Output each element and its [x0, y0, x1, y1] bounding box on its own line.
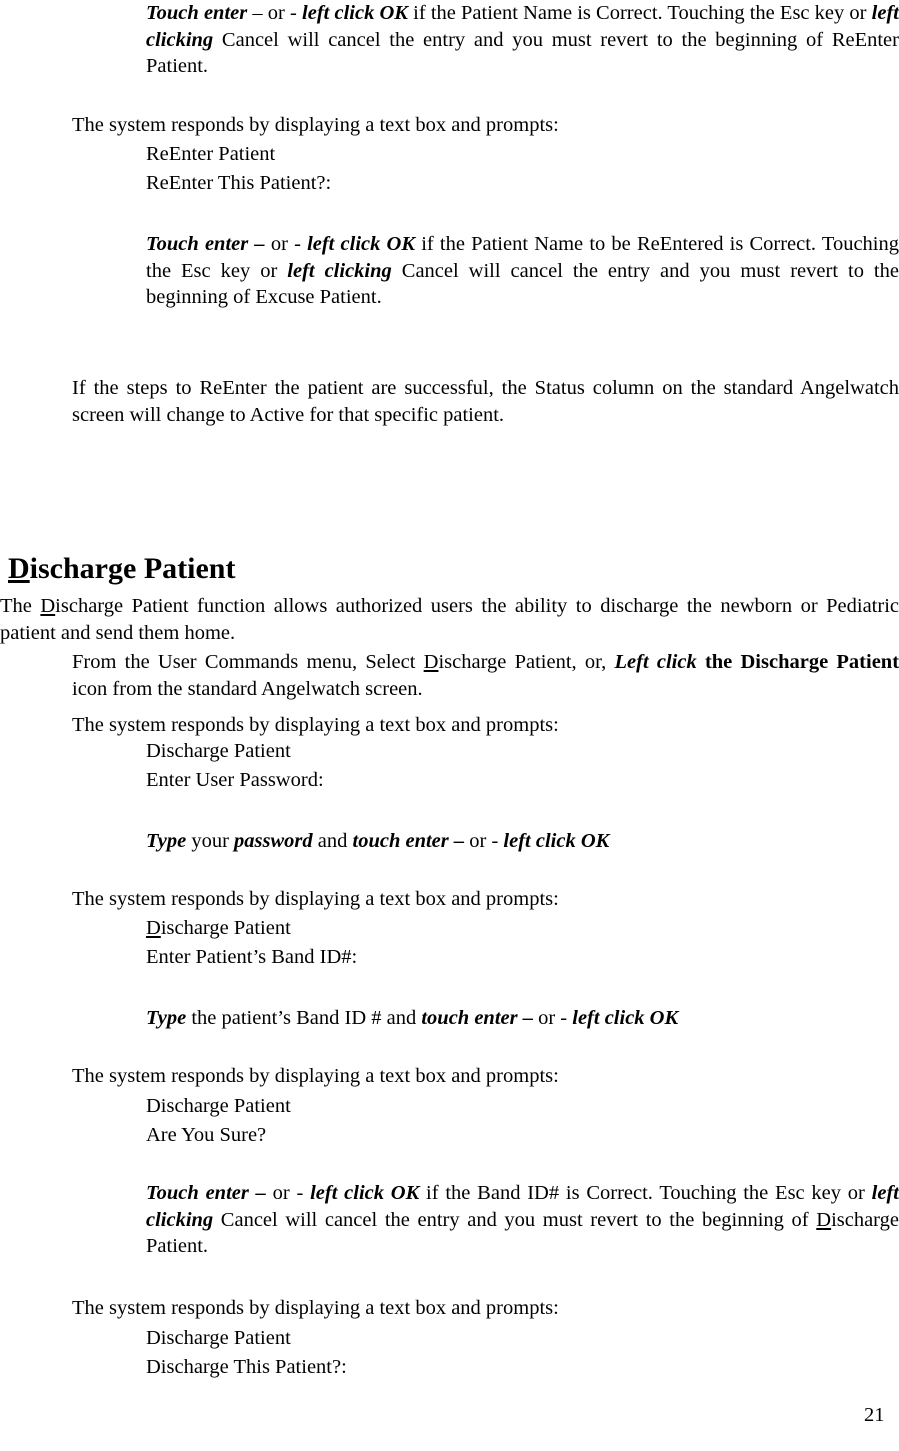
prompt-discharge-patient-4: Discharge Patient — [146, 1327, 291, 1349]
prompt-reenter-patient: ReEnter Patient — [146, 143, 276, 165]
heading-rest: ischarge Patient — [29, 552, 236, 585]
paragraph-system-responds-3: The system responds by displaying a text… — [72, 888, 559, 910]
paragraph-discharge-intro: The Discharge Patient function allows au… — [0, 595, 899, 644]
prompt-discharge-this-patient: Discharge This Patient?: — [146, 1356, 347, 1378]
section-heading-discharge-patient: Discharge Patient — [8, 552, 608, 586]
paragraph-touch-enter-band-id: Touch enter – or - left click OK if the … — [146, 1182, 899, 1257]
paragraph-touch-enter-reenter: Touch enter – or - left click OK if the … — [146, 2, 899, 77]
paragraph-status-active: If the steps to ReEnter the patient are … — [72, 377, 899, 426]
paragraph-from-user-commands: From the User Commands menu, Select Disc… — [72, 651, 899, 700]
prompt-discharge-patient-3: Discharge Patient — [146, 1095, 291, 1117]
page-number: 21 — [864, 1404, 885, 1426]
document-page: Touch enter – or - left click OK if the … — [0, 0, 899, 1451]
paragraph-system-responds-5: The system responds by displaying a text… — [72, 1297, 559, 1319]
prompt-enter-band-id: Enter Patient’s Band ID#: — [146, 946, 358, 968]
paragraph-system-responds-2: The system responds by displaying a text… — [72, 714, 559, 736]
prompt-are-you-sure: Are You Sure? — [146, 1124, 267, 1146]
paragraph-system-responds-1: The system responds by displaying a text… — [72, 114, 559, 136]
heading-initial: D — [8, 552, 30, 585]
paragraph-system-responds-4: The system responds by displaying a text… — [72, 1065, 559, 1087]
paragraph-type-band-id: Type the patient’s Band ID # and touch e… — [146, 1007, 679, 1029]
prompt-enter-user-password: Enter User Password: — [146, 769, 324, 791]
paragraph-type-password: Type your password and touch enter – or … — [146, 830, 610, 852]
prompt-discharge-patient-2: Discharge Patient — [146, 917, 291, 939]
prompt-discharge-patient-1: Discharge Patient — [146, 740, 291, 762]
paragraph-touch-enter-reentered: Touch enter – or - left click OK if the … — [146, 233, 899, 308]
prompt-reenter-this-patient: ReEnter This Patient?: — [146, 172, 332, 194]
